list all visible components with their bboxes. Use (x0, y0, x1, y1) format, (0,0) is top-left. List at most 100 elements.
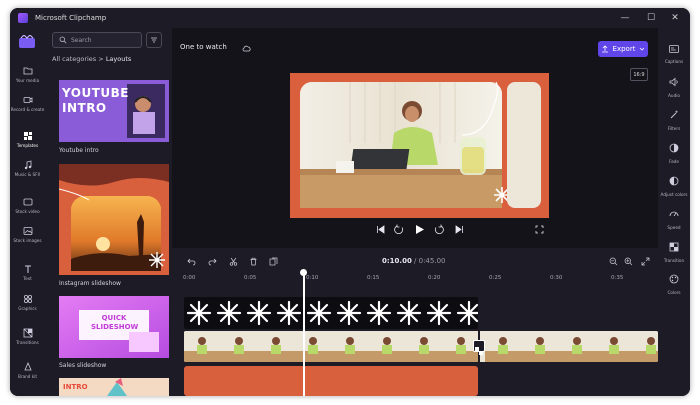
template-card-instagram-slideshow[interactable] (59, 164, 169, 275)
transition-marker-icon[interactable] (473, 340, 485, 355)
fade-icon (669, 143, 679, 153)
text-icon (24, 265, 31, 273)
speedometer-icon (669, 211, 679, 217)
audio-track-clip[interactable] (184, 366, 478, 396)
search-input[interactable]: Search (52, 32, 142, 48)
project-name[interactable]: One to watch (180, 43, 227, 51)
export-button[interactable]: Export (598, 41, 648, 57)
rail-item-templates[interactable]: Templates (10, 131, 45, 148)
breadcrumb-current: Layouts (105, 55, 132, 63)
rail-label: Speed (667, 225, 681, 230)
rail-item-speed[interactable]: Speed (658, 204, 690, 230)
forward-5s-button[interactable] (433, 223, 445, 235)
ruler-label: 0:30 (550, 275, 563, 281)
rail-item-graphics[interactable]: Graphics (10, 294, 45, 311)
image-icon (23, 227, 32, 235)
close-button[interactable]: ✕ (668, 11, 682, 25)
chevron-down-icon (640, 47, 645, 51)
title-bar: Microsoft Clipchamp — ☐ ✕ (10, 8, 690, 28)
rail-label: Transition (663, 258, 685, 263)
app-window: Microsoft Clipchamp — ☐ ✕ Your media Rec… (10, 8, 690, 396)
play-button[interactable] (412, 222, 426, 236)
rail-item-transitions[interactable]: Transitions (10, 328, 45, 345)
rail-item-text[interactable]: Text (10, 264, 45, 281)
rail-label: Transitions (16, 340, 39, 345)
rail-item-colors[interactable]: Colors (658, 269, 690, 295)
rail-label: Captions (664, 59, 684, 64)
play-icon (415, 224, 424, 234)
template-title: Instagram slideshow (59, 280, 121, 287)
skip-forward-button[interactable] (453, 223, 465, 235)
rail-item-transition[interactable]: Transition (658, 237, 690, 263)
camera-icon (23, 97, 32, 103)
ruler-label: 0:25 (489, 275, 502, 281)
upload-icon (601, 45, 608, 53)
ruler-label: 0:20 (428, 275, 441, 281)
filter-button[interactable] (146, 32, 162, 48)
undo-button[interactable] (186, 256, 196, 266)
rail-item-captions[interactable]: Captions (658, 38, 690, 64)
rail-item-audio[interactable]: Audio (658, 72, 690, 98)
rail-label: Brand kit (17, 374, 38, 379)
close-icon: ✕ (671, 13, 679, 23)
rail-label: Your media (15, 78, 40, 83)
video-track-clip[interactable] (184, 331, 658, 362)
template-card-youtube-intro[interactable]: YOUTUBE INTRO (59, 80, 169, 142)
rail-item-record-create[interactable]: Record & create (10, 95, 45, 112)
search-icon (59, 36, 67, 44)
rail-item-your-media[interactable]: Your media (10, 66, 45, 83)
rail-item-filters[interactable]: Filters (658, 105, 690, 131)
playhead-handle[interactable] (300, 269, 307, 276)
template-title: Youtube intro (59, 147, 99, 154)
zoom-in-button[interactable] (623, 256, 633, 266)
rail-item-brand-kit[interactable]: Brand kit (10, 362, 45, 379)
template-card-intro[interactable]: INTRO (59, 378, 169, 396)
cloud-sync-icon[interactable] (242, 44, 251, 53)
duplicate-icon (269, 257, 277, 265)
time-separator: / (411, 257, 419, 265)
left-rail: Your media Record & create Templates Mus… (10, 28, 45, 396)
redo-button[interactable] (207, 256, 217, 266)
video-preview[interactable] (290, 73, 549, 218)
captions-icon (669, 45, 679, 53)
clipchamp-rail-logo-icon (19, 35, 35, 48)
aspect-ratio-button[interactable]: 16:9 (630, 68, 648, 81)
skip-back-button[interactable] (374, 223, 386, 235)
rail-item-stock-images[interactable]: Stock images (10, 226, 45, 243)
maximize-icon: ☐ (646, 13, 656, 23)
fit-timeline-button[interactable] (640, 256, 650, 266)
maximize-button[interactable]: ☐ (644, 11, 658, 25)
film-icon (23, 198, 32, 206)
rail-label: Templates (16, 143, 39, 148)
shapes-icon (23, 294, 32, 304)
rail-item-music-sfx[interactable]: Music & SFX (10, 160, 45, 177)
breadcrumb-separator: > (98, 55, 104, 63)
add-to-timeline-button[interactable] (268, 256, 278, 266)
transitions-icon (23, 328, 32, 338)
rail-label: Stock video (15, 209, 40, 214)
template-card-sales-slideshow[interactable]: QUICK SLIDESHOW (59, 296, 169, 358)
sticker-track-clip[interactable] (184, 297, 480, 329)
rail-item-adjust-colors[interactable]: Adjust colors (658, 171, 690, 197)
scissors-icon (229, 257, 237, 266)
sparkle-sticker-strip (186, 300, 480, 326)
minimize-button[interactable]: — (618, 11, 632, 25)
rail-item-fade[interactable]: Fade (658, 138, 690, 164)
redo-icon (208, 258, 217, 265)
playhead[interactable] (303, 270, 305, 396)
rail-label: Adjust colors (660, 192, 688, 197)
breadcrumb-parent[interactable]: All categories (52, 55, 96, 63)
rewind-5s-button[interactable] (393, 223, 405, 235)
instagram-slideshow-thumbnail (59, 164, 169, 275)
delete-button[interactable] (248, 256, 258, 266)
transition-icon (669, 242, 679, 252)
minimize-icon: — (620, 13, 630, 23)
rail-label: Fade (669, 159, 679, 164)
zoom-out-button[interactable] (608, 256, 618, 266)
breadcrumb: All categories > Layouts (52, 55, 131, 63)
ruler-label: 0:15 (367, 275, 380, 281)
fullscreen-button[interactable] (533, 223, 545, 235)
rail-item-stock-video[interactable]: Stock video (10, 197, 45, 214)
zoom-out-icon (609, 257, 617, 265)
split-button[interactable] (228, 256, 238, 266)
